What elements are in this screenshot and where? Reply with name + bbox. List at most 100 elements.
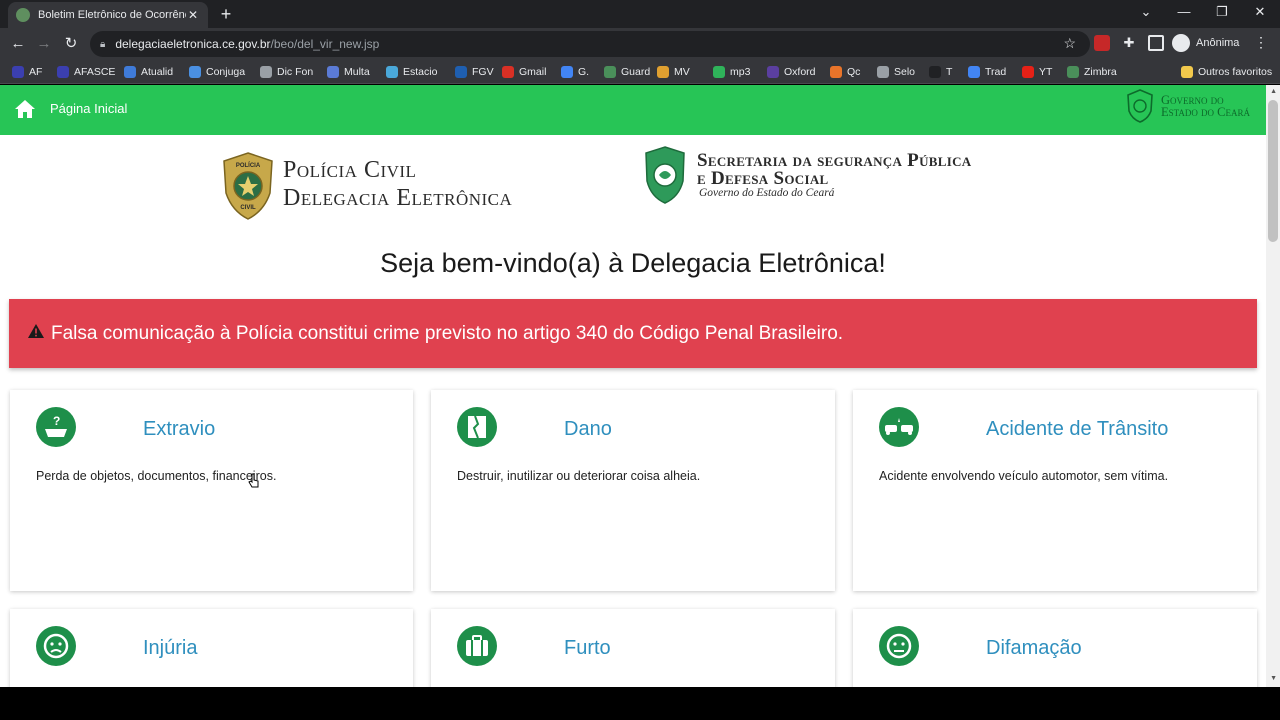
bookmark-item[interactable]: FGV — [455, 64, 494, 80]
scrollbar-thumb[interactable] — [1268, 100, 1278, 242]
secretaria-subtitle: Governo do Estado do Ceará — [699, 187, 835, 199]
bookmark-item[interactable]: Guard — [604, 64, 650, 80]
warning-triangle-icon — [28, 324, 44, 338]
bookmark-label: YT — [1039, 66, 1053, 78]
bookmark-favicon-icon — [830, 66, 842, 78]
policia-civil-logo-text: Polícia Civil Delegacia Eletrônica — [283, 156, 512, 212]
bookmark-item[interactable]: Trad — [968, 64, 1006, 80]
bookmark-label: Gmail — [519, 66, 547, 78]
home-link[interactable]: Página Inicial — [50, 101, 127, 116]
bookmark-item[interactable]: MV — [657, 64, 690, 80]
bookmark-label: Oxford — [784, 66, 816, 78]
page-title: Seja bem-vindo(a) à Delegacia Eletrônica… — [380, 248, 886, 278]
tab-close-icon[interactable]: ✕ — [186, 8, 200, 22]
bookmark-item[interactable]: AF — [12, 64, 42, 80]
folder-icon — [1181, 66, 1193, 78]
bookmark-item[interactable]: Conjuga — [189, 64, 245, 80]
home-icon[interactable] — [14, 99, 36, 119]
tab-title: Boletim Eletrônico de Ocorrência — [38, 9, 186, 21]
restore-icon[interactable]: ❐ — [1210, 4, 1234, 20]
bookmark-label: Conjuga — [206, 66, 246, 78]
bookmark-favicon-icon — [929, 66, 941, 78]
bookmark-label: AFASCE — [74, 66, 116, 78]
bookmark-label: mp3 — [730, 66, 751, 78]
alert-text: Falsa comunicação à Polícia constitui cr… — [51, 323, 844, 344]
bookmark-label: Outros favoritos — [1198, 66, 1273, 78]
bookmark-favicon-icon — [455, 66, 467, 78]
menu-dots-icon[interactable]: ⋮ — [1254, 34, 1268, 51]
card-title[interactable]: Dano — [564, 418, 612, 441]
profile-button[interactable]: Anônima — [1172, 34, 1239, 52]
card-dano[interactable]: Dano Destruir, inutilizar ou deteriorar … — [431, 390, 835, 591]
bookmark-favicon-icon — [604, 66, 616, 78]
bookmark-label: Multa — [344, 66, 370, 78]
bookmark-item[interactable]: Dic Fon — [260, 64, 313, 80]
bookmark-item[interactable]: Atualid — [124, 64, 173, 80]
scroll-up-arrow-icon[interactable]: ▲ — [1270, 88, 1277, 95]
scroll-down-arrow-icon[interactable]: ▼ — [1270, 675, 1277, 682]
url-path: /beo/del_vir_new.jsp — [270, 37, 380, 51]
card-extravio[interactable]: ? Extravio Perda de objetos, documentos,… — [10, 390, 413, 591]
bookmark-item[interactable]: Qc — [830, 64, 860, 80]
new-tab-icon[interactable]: + — [216, 4, 236, 24]
side-panel-icon[interactable] — [1148, 35, 1164, 51]
bookmark-item[interactable]: T — [929, 64, 952, 80]
tab-search-chevron-icon[interactable]: ⌄ — [1134, 4, 1158, 20]
browser-window: Boletim Eletrônico de Ocorrência ✕ + ⌄ —… — [0, 0, 1280, 720]
gov-text-line2: Estado do Ceará — [1161, 105, 1251, 119]
secretaria-coat-of-arms-icon — [645, 146, 685, 204]
bookmark-item[interactable]: Selo — [877, 64, 915, 80]
bookmark-favicon-icon — [327, 66, 339, 78]
close-window-icon[interactable]: ✕ — [1248, 4, 1272, 20]
bookmark-item[interactable]: G. — [561, 64, 589, 80]
defamation-face-icon — [879, 626, 919, 666]
governo-ceara-logo-text: Governo do Estado do Ceará — [1161, 94, 1251, 119]
bookmark-favicon-icon — [877, 66, 889, 78]
card-title[interactable]: Difamação — [986, 637, 1082, 660]
bookmark-label: FGV — [472, 66, 494, 78]
bookmark-item[interactable]: YT — [1022, 64, 1052, 80]
tab-active[interactable]: Boletim Eletrônico de Ocorrência ✕ — [8, 2, 208, 28]
forward-arrow-icon[interactable]: → — [34, 34, 54, 54]
badge-text-bottom: CIVIL — [240, 205, 256, 211]
bookmark-item[interactable]: Multa — [327, 64, 370, 80]
card-difamacao[interactable]: Difamação — [853, 609, 1257, 687]
bookmark-label: Selo — [894, 66, 916, 78]
browser-toolbar: ← → ↻ 🔒︎ delegaciaeletronica.ce.gov.br /… — [0, 28, 1280, 60]
bookmark-favicon-icon — [968, 66, 980, 78]
minimize-icon[interactable]: — — [1172, 4, 1196, 19]
card-title[interactable]: Acidente de Trânsito — [986, 418, 1168, 441]
card-title[interactable]: Injúria — [143, 637, 197, 660]
bookmark-item[interactable]: Estacio — [386, 64, 437, 80]
card-title[interactable]: Extravio — [143, 418, 215, 441]
bookmarks-bar: Outros favoritos AF AFASCE Atualid Conjuga D… — [0, 60, 1280, 84]
hand-cursor-icon — [248, 473, 259, 488]
extension-off-icon[interactable] — [1094, 35, 1110, 51]
bookmark-item[interactable]: Oxford — [767, 64, 816, 80]
bookmark-item[interactable]: AFASCE — [57, 64, 115, 80]
extensions-puzzle-icon[interactable]: ✚ — [1121, 35, 1137, 51]
card-injuria[interactable]: Injúria — [10, 609, 413, 687]
bookmark-favicon-icon — [1067, 66, 1079, 78]
profile-name: Anônima — [1196, 37, 1240, 49]
insult-face-icon — [36, 626, 76, 666]
card-furto[interactable]: Furto — [431, 609, 835, 687]
damage-icon — [457, 407, 497, 447]
bookmark-star-icon[interactable]: ☆ — [1063, 35, 1076, 52]
back-arrow-icon[interactable]: ← — [8, 34, 28, 54]
bookmark-item[interactable]: mp3 — [713, 64, 750, 80]
bookmark-item[interactable]: Zimbra — [1067, 64, 1117, 80]
secretaria-line2: e Defesa Social — [697, 168, 829, 189]
url-host: delegaciaeletronica.ce.gov.br — [115, 37, 271, 51]
card-title[interactable]: Furto — [564, 637, 611, 660]
bookmark-favicon-icon — [1022, 66, 1034, 78]
address-bar[interactable]: 🔒︎ delegaciaeletronica.ce.gov.br /beo/de… — [90, 31, 1090, 57]
bookmark-label: Atualid — [141, 66, 174, 78]
policia-line1: Polícia Civil — [283, 157, 417, 183]
reload-icon[interactable]: ↻ — [61, 34, 81, 54]
bookmark-other-folder[interactable]: Outros favoritos — [1181, 64, 1272, 80]
bookmark-item[interactable]: Gmail — [502, 64, 546, 80]
card-acidente-transito[interactable]: Acidente de Trânsito Acidente envolvendo… — [853, 390, 1257, 591]
bookmark-favicon-icon — [561, 66, 573, 78]
bookmark-label: AF — [29, 66, 43, 78]
